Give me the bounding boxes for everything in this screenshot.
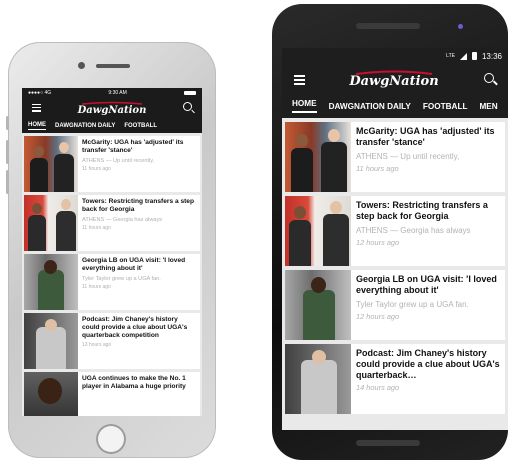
article-card[interactable]: Towers: Restricting transfers a step bac… xyxy=(24,195,200,251)
article-headline: McGarity: UGA has 'adjusted' its transfe… xyxy=(82,139,184,154)
article-card[interactable]: Podcast: Jim Chaney's history could prov… xyxy=(285,344,505,414)
article-headline: Podcast: Jim Chaney's history could prov… xyxy=(82,316,188,339)
status-bar: ●●●●○ 4G 9:30 AM xyxy=(22,88,202,97)
article-headline: Towers: Restricting transfers a step bac… xyxy=(82,198,195,213)
tab-football[interactable]: FOOTBALL xyxy=(423,102,468,111)
article-headline: Georgia LB on UGA visit: 'I loved everyt… xyxy=(356,274,497,295)
search-icon[interactable] xyxy=(183,102,192,111)
top-speaker xyxy=(356,23,420,29)
article-list: McGarity: UGA has 'adjusted' its transfe… xyxy=(282,118,508,430)
hamburger-menu-icon[interactable] xyxy=(32,104,41,114)
article-card[interactable]: Georgia LB on UGA visit: 'I loved everyt… xyxy=(24,254,200,310)
article-card[interactable]: Georgia LB on UGA visit: 'I loved everyt… xyxy=(285,270,505,340)
article-headline: Towers: Restricting transfers a step bac… xyxy=(356,200,488,221)
article-thumbnail xyxy=(24,254,78,310)
article-card[interactable]: UGA continues to make the No. 1 player i… xyxy=(24,372,200,416)
article-thumbnail xyxy=(285,344,351,414)
article-excerpt: ATHENS — Up until recently, xyxy=(82,157,155,164)
bottom-speaker xyxy=(356,440,420,446)
article-time: 11 hours ago xyxy=(82,224,111,231)
battery-icon xyxy=(184,90,196,95)
tab-dawgnation-daily[interactable]: DAWGNATION DAILY xyxy=(329,102,411,111)
iphone-device: ●●●●○ 4G 9:30 AM DawgNation HOME DAWGNAT… xyxy=(6,42,216,458)
article-excerpt: ATHENS — Georgia has always xyxy=(82,216,163,223)
front-camera xyxy=(78,62,85,69)
article-time: 11 hours ago xyxy=(356,163,399,173)
tab-bar: HOME DAWGNATION DAILY FOOTBALL MEN xyxy=(282,94,508,118)
status-time: 13:36 xyxy=(481,51,502,61)
article-list: McGarity: UGA has 'adjusted' its transfe… xyxy=(22,133,202,416)
article-time: 12 hours ago xyxy=(356,311,400,321)
logo-text: DawgNation xyxy=(77,105,147,116)
mute-switch xyxy=(6,116,9,130)
hamburger-menu-icon[interactable] xyxy=(294,75,305,87)
carrier-text: ●●●●○ 4G xyxy=(28,89,52,96)
iphone-screen: ●●●●○ 4G 9:30 AM DawgNation HOME DAWGNAT… xyxy=(22,88,202,416)
article-headline: Podcast: Jim Chaney's history could prov… xyxy=(356,348,500,380)
article-excerpt: Tyler Taylor grew up a UGA fan. xyxy=(82,275,161,282)
article-time: 11 hours ago xyxy=(82,283,111,290)
tab-bar: HOME DAWGNATION DAILY FOOTBALL xyxy=(22,119,202,133)
app-header: DawgNation xyxy=(22,97,202,119)
article-time: 14 hours ago xyxy=(356,383,400,393)
article-headline: Georgia LB on UGA visit: 'I loved everyt… xyxy=(82,257,186,272)
dawgnation-logo[interactable]: DawgNation xyxy=(76,100,148,116)
article-thumbnail xyxy=(24,372,78,416)
article-thumbnail xyxy=(24,313,78,369)
battery-icon xyxy=(471,52,477,60)
logo-text: DawgNation xyxy=(348,74,438,89)
android-device: LTE 13:36 DawgNation HOME DAWGNATION DAI… xyxy=(272,4,508,460)
lte-text: LTE xyxy=(446,53,455,59)
article-excerpt: ATHENS — Georgia has always xyxy=(356,225,471,235)
search-icon[interactable] xyxy=(484,73,494,83)
article-thumbnail xyxy=(285,122,351,192)
article-card[interactable]: McGarity: UGA has 'adjusted' its transfe… xyxy=(285,122,505,192)
article-time: 11 hours ago xyxy=(82,165,111,172)
article-thumbnail xyxy=(285,196,351,266)
article-headline: McGarity: UGA has 'adjusted' its transfe… xyxy=(356,126,495,147)
dawgnation-logo[interactable]: DawgNation xyxy=(348,68,440,90)
article-card[interactable]: Towers: Restricting transfers a step bac… xyxy=(285,196,505,266)
tab-home[interactable]: HOME xyxy=(28,122,46,130)
article-thumbnail xyxy=(285,270,351,340)
article-card[interactable]: McGarity: UGA has 'adjusted' its transfe… xyxy=(24,136,200,192)
front-camera xyxy=(458,24,463,29)
earpiece-speaker xyxy=(96,64,130,68)
tab-football[interactable]: FOOTBALL xyxy=(124,123,157,129)
article-time: 13 hours ago xyxy=(82,341,112,348)
volume-down-button xyxy=(6,170,9,194)
app-header: DawgNation xyxy=(282,64,508,94)
article-excerpt: ATHENS — Up until recently, xyxy=(356,151,460,161)
status-time: 9:30 AM xyxy=(108,89,127,96)
tab-dawgnation-daily[interactable]: DAWGNATION DAILY xyxy=(55,123,115,129)
tab-men[interactable]: MEN xyxy=(479,102,497,111)
article-headline: UGA continues to make the No. 1 player i… xyxy=(82,375,186,390)
article-thumbnail xyxy=(24,195,78,251)
status-bar: LTE 13:36 xyxy=(282,48,508,64)
home-button[interactable] xyxy=(96,424,126,454)
tab-home[interactable]: HOME xyxy=(292,99,317,113)
article-excerpt: Tyler Taylor grew up a UGA fan. xyxy=(356,299,469,309)
article-thumbnail xyxy=(24,136,78,192)
article-time: 12 hours ago xyxy=(356,237,400,247)
android-screen: LTE 13:36 DawgNation HOME DAWGNATION DAI… xyxy=(282,48,508,430)
signal-icon xyxy=(459,52,467,60)
article-card[interactable]: Podcast: Jim Chaney's history could prov… xyxy=(24,313,200,369)
volume-up-button xyxy=(6,140,9,164)
